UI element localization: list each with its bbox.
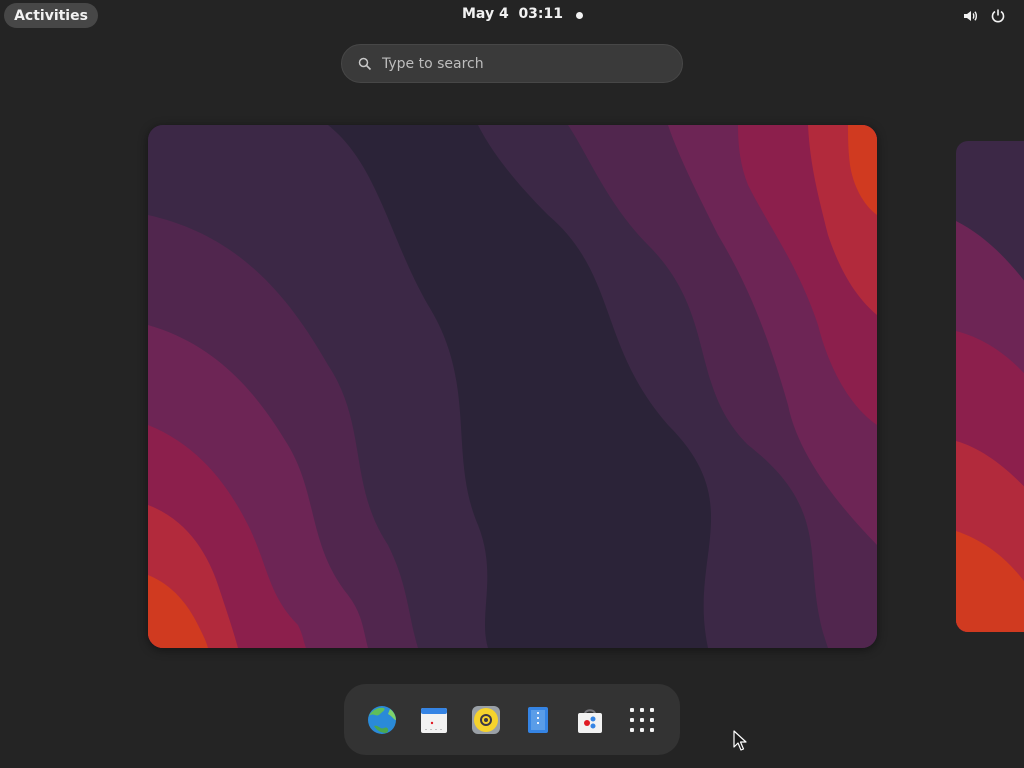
- top-bar: Activities May 4 03:11: [0, 0, 1024, 32]
- app-grid-icon: [630, 708, 654, 732]
- clock[interactable]: May 4 03:11: [462, 6, 563, 26]
- dash-item-rhythmbox[interactable]: [466, 700, 506, 740]
- search-icon: [358, 57, 372, 71]
- music-disc-icon: [472, 706, 500, 734]
- workspace-thumbnail-2[interactable]: [956, 141, 1024, 632]
- globe-icon: [368, 706, 396, 734]
- shopping-bag-icon: [578, 709, 602, 733]
- mouse-pointer-icon: [733, 730, 747, 751]
- search-box[interactable]: [341, 44, 683, 83]
- dash-item-show-apps[interactable]: [622, 700, 662, 740]
- wallpaper-image: [148, 125, 877, 648]
- notification-dot: [576, 12, 583, 19]
- dash-item-web-browser[interactable]: [362, 700, 402, 740]
- document-icon: [528, 707, 548, 733]
- workspace-thumbnail-1[interactable]: [148, 125, 877, 648]
- dash-item-text-editor[interactable]: [518, 700, 558, 740]
- search-input[interactable]: [382, 45, 672, 82]
- dash: [344, 684, 680, 755]
- activities-button[interactable]: Activities: [4, 3, 98, 28]
- dash-item-calendar[interactable]: [414, 700, 454, 740]
- power-icon[interactable]: [990, 8, 1006, 24]
- wallpaper-image: [956, 141, 1024, 632]
- calendar-icon: [421, 708, 447, 733]
- volume-icon[interactable]: [962, 8, 978, 24]
- dash-item-software[interactable]: [570, 700, 610, 740]
